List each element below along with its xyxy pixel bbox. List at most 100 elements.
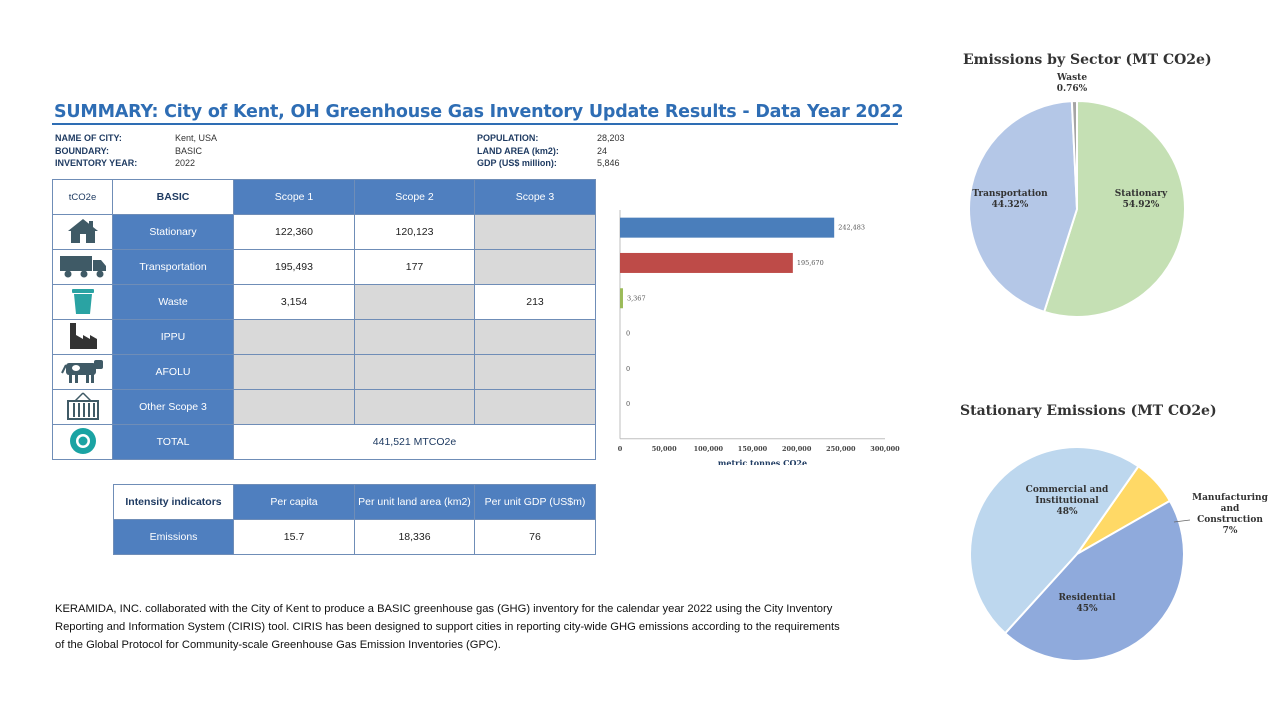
bar-value-label: 0	[626, 330, 630, 338]
table-cell: 120,123	[354, 214, 475, 250]
table-row: Transportation 195,493 177	[52, 249, 596, 285]
intensity-col-header: Per capita	[233, 484, 355, 520]
title-divider	[52, 123, 898, 125]
info-value: 24	[597, 145, 608, 156]
table-row: Other Scope 3	[52, 389, 596, 425]
row-label: IPPU	[112, 319, 234, 355]
cow-icon	[52, 354, 113, 390]
table-cell: 18,336	[354, 519, 475, 555]
empty-cell	[474, 389, 596, 425]
table-cell: 195,493	[233, 249, 355, 285]
slice-percent-label: 0.76%	[1057, 84, 1088, 94]
scope-header: Scope 1	[233, 179, 355, 215]
empty-cell	[354, 319, 475, 355]
x-tick-label: 0	[618, 445, 623, 453]
city-info-left: NAME OF CITY: Kent, USA BOUNDARY: BASIC IN…	[55, 132, 217, 170]
table-cell: 15.7	[233, 519, 355, 555]
slice-percent-label: 45%	[1076, 604, 1098, 614]
footnote-text: KERAMIDA, INC. collaborated with the Cit…	[55, 603, 840, 651]
table-cell: 177	[354, 249, 475, 285]
info-label: INVENTORY YEAR:	[55, 158, 138, 169]
sector-pie-chart: Stationary54.92% Transportation44.32% Wast…	[968, 73, 1186, 318]
table-row: Emissions 15.7 18,336 76	[113, 519, 596, 555]
empty-cell	[233, 354, 355, 390]
table-cell: 122,360	[233, 214, 355, 250]
x-axis-label: metric tonnes CO2e	[718, 458, 807, 465]
truck-icon	[52, 249, 113, 285]
slice-percent-label: 44.32%	[992, 200, 1029, 210]
info-label: GDP (US$ million):	[477, 158, 557, 169]
x-tick-label: 100,000	[694, 445, 724, 453]
bar-value-label: 195,670	[797, 259, 824, 267]
globe-icon	[52, 424, 113, 460]
info-label: LAND AREA (km2):	[477, 145, 559, 156]
intensity-col-header: Per unit land area (km2)	[354, 484, 475, 520]
bar-value-label: 0	[626, 400, 630, 408]
table-cell: 213	[474, 284, 596, 320]
slice-label: Construction	[1197, 515, 1263, 525]
row-label: Waste	[112, 284, 234, 320]
slice-label: Institutional	[1035, 496, 1099, 506]
table-total-row: TOTAL 441,521 MTCO2e	[52, 424, 596, 460]
unit-header: tCO2e	[52, 179, 113, 215]
info-label: POPULATION:	[477, 133, 539, 143]
empty-cell	[474, 214, 596, 250]
x-tick-label: 50,000	[652, 445, 677, 453]
total-value: 441,521 MTCO2e	[233, 424, 596, 460]
basic-header: BASIC	[112, 179, 234, 215]
table-cell: 3,154	[233, 284, 355, 320]
x-tick-label: 150,000	[738, 445, 768, 453]
info-value: 28,203	[597, 133, 625, 143]
info-value: Kent, USA	[175, 133, 218, 143]
empty-cell	[474, 319, 596, 355]
slice-label: Manufacturing	[1192, 493, 1268, 503]
info-value: BASIC	[175, 145, 203, 156]
table-header-row: tCO2e BASIC Scope 1 Scope 2 Scope 3	[52, 179, 596, 215]
empty-cell	[474, 354, 596, 390]
slice-percent-label: 7%	[1223, 526, 1238, 536]
info-value: 2022	[175, 158, 196, 169]
info-value: 5,846	[597, 158, 620, 169]
city-info-right: POPULATION: 28,203 LAND AREA (km2): 24 GDP…	[477, 132, 625, 170]
bar-value-label: 0	[626, 365, 630, 373]
empty-cell	[354, 284, 475, 320]
pie-title-stationary: Stationary Emissions (MT CO2e)	[960, 403, 1217, 419]
bar	[620, 252, 793, 273]
row-label: Stationary	[112, 214, 234, 250]
trash-can-icon	[52, 284, 113, 320]
bar	[620, 217, 835, 238]
emissions-table: tCO2e BASIC Scope 1 Scope 2 Scope 3 Stat…	[52, 179, 596, 460]
table-cell: 76	[474, 519, 596, 555]
intensity-col-header: Per unit GDP (US$m)	[474, 484, 596, 520]
table-header-row: Intensity indicators Per capita Per unit…	[113, 484, 596, 520]
slice-label: Waste	[1056, 73, 1087, 83]
x-tick-label: 200,000	[782, 445, 812, 453]
sector-bar-chart: 242,483 195,670 3,367 0 0 0 0 50,000 100,000 150,…	[618, 210, 900, 465]
row-label: Emissions	[113, 519, 234, 555]
x-tick-label: 300,000	[870, 445, 900, 453]
empty-cell	[474, 249, 596, 285]
info-label: BOUNDARY:	[55, 145, 109, 156]
empty-cell	[354, 389, 475, 425]
slice-percent-label: 54.92%	[1123, 200, 1160, 210]
stationary-pie-chart: ManufacturingandConstruction7% Residentia…	[969, 446, 1269, 662]
pie-title-sector: Emissions by Sector (MT CO2e)	[963, 52, 1212, 68]
house-icon	[52, 214, 113, 250]
page-title: SUMMARY: City of Kent, OH Greenhouse Gas…	[54, 102, 904, 122]
slice-label: Stationary	[1115, 189, 1168, 199]
intensity-header: Intensity indicators	[113, 484, 234, 520]
table-row: AFOLU	[52, 354, 596, 390]
intensity-table: Intensity indicators Per capita Per unit…	[113, 484, 596, 555]
bar	[620, 288, 623, 309]
table-row: IPPU	[52, 319, 596, 355]
slice-label: Commercial and	[1026, 485, 1109, 495]
empty-cell	[354, 354, 475, 390]
table-row: Waste 3,154 213	[52, 284, 596, 320]
row-label: Other Scope 3	[112, 389, 234, 425]
bar-value-label: 3,367	[627, 294, 646, 302]
info-label: NAME OF CITY:	[55, 133, 122, 143]
factory-icon	[52, 319, 113, 355]
slice-label: Transportation	[972, 189, 1048, 199]
scope-header: Scope 3	[474, 179, 596, 215]
x-tick-label: 250,000	[826, 445, 856, 453]
